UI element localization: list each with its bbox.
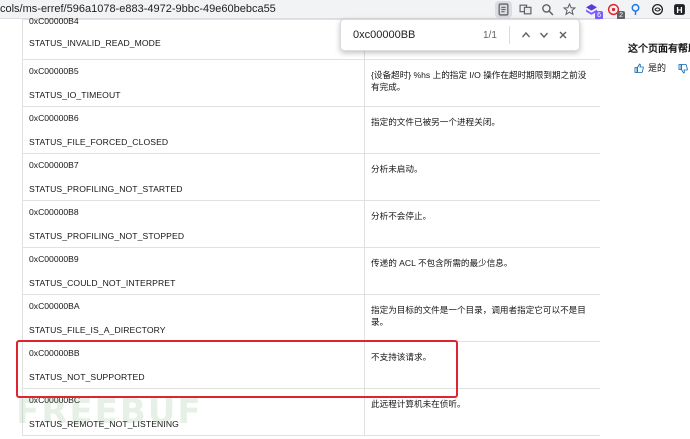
find-close-button[interactable] [555,25,571,45]
error-name: STATUS_IO_TIMEOUT [29,90,121,100]
error-code-table: 0xC00000B4 STATUS_INVALID_READ_MODE 0xC0… [22,16,601,436]
error-hex: 0xC00000BA [29,301,80,311]
extension-icon[interactable]: 6 [583,1,603,20]
feedback-title: 这个页面有帮助 [628,44,690,55]
error-name: STATUS_COULD_NOT_INTERPRET [29,278,176,288]
description-cell: 指定为目标的文件是一个目录，调用者指定它可以不是目录。 [364,294,601,342]
find-match-count: 1/1 [483,29,497,41]
reader-mode-icon[interactable] [495,1,512,18]
table-row: 0xC00000B9 STATUS_COULD_NOT_INTERPRET 传递… [22,247,601,295]
code-cell: 0xC00000B8 STATUS_PROFILING_NOT_STOPPED [22,200,365,248]
table-row: 0xC00000B8 STATUS_PROFILING_NOT_STOPPED … [22,200,601,248]
feedback-yes-label: 是的 [648,63,667,73]
chevron-down-icon [540,32,549,39]
code-cell: 0xC00000B6 STATUS_FILE_FORCED_CLOSED [22,106,365,154]
code-cell: 0xC00000B9 STATUS_COULD_NOT_INTERPRET [22,247,365,295]
find-divider [508,26,510,44]
translate-icon[interactable] [517,1,534,18]
description-cell: 传递的 ACL 不包含所需的最少信息。 [364,247,601,295]
error-hex: 0xC00000B4 [29,16,79,26]
error-hex: 0xC00000BC [29,395,81,405]
feedback-panel: 这个页面有帮助 是的 [600,19,690,439]
toolbar-icons: 6 2 H [495,1,688,20]
code-cell: 0xC00000B5 STATUS_IO_TIMEOUT [22,59,365,107]
description-cell: {设备超时} %hs 上的指定 I/O 操作在超时期限到期之前没有完成。 [364,59,601,107]
error-hex: 0xC00000B7 [29,160,79,170]
address-bar[interactable]: cols/ms-erref/596a1078-e883-4972-9bbc-49… [0,3,276,15]
error-name: STATUS_REMOTE_NOT_LISTENING [29,419,179,429]
code-cell: 0xC00000B4 STATUS_INVALID_READ_MODE [22,16,365,60]
error-code-table-container: 0xC00000B4 STATUS_INVALID_READ_MODE 0xC0… [22,16,601,436]
error-name: STATUS_FILE_IS_A_DIRECTORY [29,325,166,335]
location-pin-icon[interactable] [627,1,644,18]
description-cell: 分析不会停止。 [364,200,601,248]
extension-icon[interactable]: 2 [605,1,625,20]
error-name: STATUS_NOT_SUPPORTED [29,372,145,382]
table-row: 0xC00000BB STATUS_NOT_SUPPORTED 不支持该请求。 [22,341,601,389]
feedback-yes-button[interactable]: 是的 [634,61,666,74]
error-hex: 0xC00000BB [29,348,80,358]
table-row: 0xC00000B6 STATUS_FILE_FORCED_CLOSED 指定的… [22,106,601,154]
description-cell: 指定的文件已被另一个进程关闭。 [364,106,601,154]
thumbs-up-icon [634,63,644,73]
chatgpt-icon[interactable] [649,1,666,18]
error-name: STATUS_PROFILING_NOT_STARTED [29,184,183,194]
h-extension-icon[interactable]: H [671,1,688,18]
description-cell: 此远程计算机未在侦听。 [364,388,601,436]
table-row: 0xC00000B7 STATUS_PROFILING_NOT_STARTED … [22,153,601,201]
find-in-page-bar: 1/1 [340,19,580,51]
table-row: 0xC00000B5 STATUS_IO_TIMEOUT {设备超时} %hs … [22,59,601,107]
zoom-icon[interactable] [539,1,556,18]
error-name: STATUS_INVALID_READ_MODE [29,38,161,48]
code-cell: 0xC00000BC STATUS_REMOTE_NOT_LISTENING [22,388,365,436]
svg-text:H: H [676,5,682,15]
code-cell: 0xC00000BB STATUS_NOT_SUPPORTED [22,341,365,389]
find-previous-button[interactable] [518,25,534,45]
error-hex: 0xC00000B9 [29,254,79,264]
error-hex: 0xC00000B6 [29,113,79,123]
find-input[interactable] [353,29,463,41]
code-cell: 0xC00000BA STATUS_FILE_IS_A_DIRECTORY [22,294,365,342]
description-cell: 不支持该请求。 [364,341,601,389]
error-hex: 0xC00000B5 [29,66,79,76]
code-cell: 0xC00000B7 STATUS_PROFILING_NOT_STARTED [22,153,365,201]
feedback-no-button[interactable] [678,61,688,79]
error-name: STATUS_PROFILING_NOT_STOPPED [29,231,185,241]
bookmark-star-icon[interactable] [561,1,578,18]
error-name: STATUS_FILE_FORCED_CLOSED [29,137,169,147]
close-icon [559,31,567,39]
description-cell: 分析未启动。 [364,153,601,201]
find-next-button[interactable] [536,25,552,45]
table-row: 0xC00000BA STATUS_FILE_IS_A_DIRECTORY 指定… [22,294,601,342]
thumbs-down-icon [678,64,688,74]
chevron-up-icon [521,31,530,38]
table-row: 0xC00000BC STATUS_REMOTE_NOT_LISTENING 此… [22,388,601,436]
error-hex: 0xC00000B8 [29,207,79,217]
